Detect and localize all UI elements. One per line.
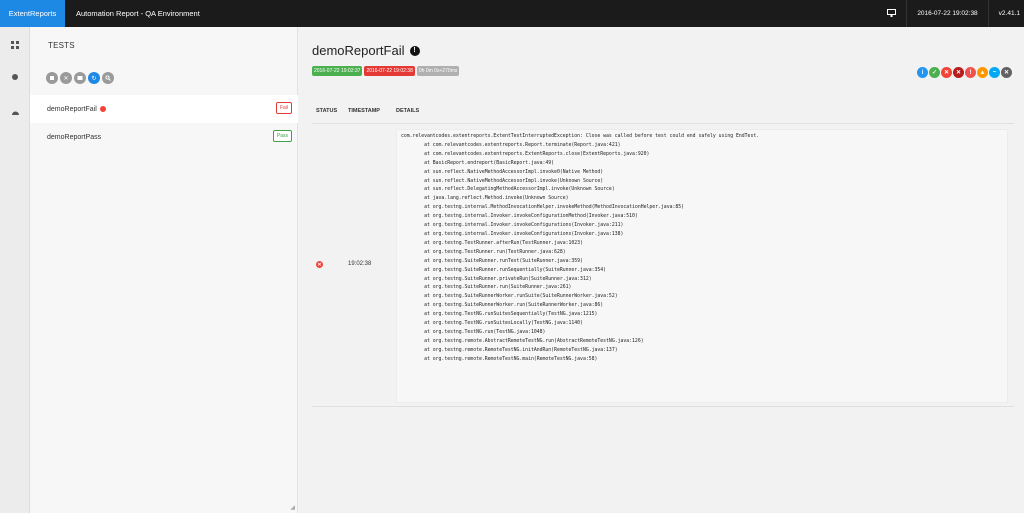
info-icon[interactable]: i bbox=[917, 67, 928, 78]
fail-icon[interactable]: ✕ bbox=[941, 67, 952, 78]
log-row: ✕ 19:02:38 com.relevantcodes.extentrepor… bbox=[312, 123, 1014, 407]
trace-line: at sun.reflect.NativeMethodAccessorImpl.… bbox=[401, 169, 604, 175]
trace-line: at org.testng.internal.MethodInvocationH… bbox=[401, 205, 685, 211]
test-name-wrap: demoReportPass bbox=[47, 134, 101, 141]
trace-line: at org.testng.remote.AbstractRemoteTestN… bbox=[401, 338, 644, 344]
tests-title: TESTS bbox=[48, 41, 75, 50]
trace-line: at org.testng.TestRunner.afterRun(TestRu… bbox=[401, 240, 583, 246]
col-details: DETAILS bbox=[396, 108, 420, 114]
trace-line: at org.testng.TestRunner.run(TestRunner.… bbox=[401, 249, 566, 255]
exclamation-icon: ! bbox=[409, 45, 420, 56]
top-navbar: ExtentReports Automation Report - QA Env… bbox=[0, 0, 1024, 27]
status-badge-fail: Fail bbox=[275, 102, 292, 114]
trace-line: at org.testng.remote.RemoteTestNG.main(R… bbox=[401, 356, 598, 362]
trace-line: com.relevantcodes.extentreports.ExtentTe… bbox=[401, 134, 760, 139]
error-status-icon: ✕ bbox=[316, 261, 323, 268]
test-title: demoReportFail ! bbox=[312, 43, 420, 58]
test-detail: demoReportFail ! 2016-07-22 19:02:37 201… bbox=[298, 27, 1024, 513]
status-filter-icons: i ✓ ✕ ✕ ! ▲ ~ ✕ bbox=[917, 67, 1012, 78]
test-name-wrap: demoReportFail bbox=[47, 106, 106, 113]
error-icon[interactable]: ! bbox=[965, 67, 976, 78]
trace-line: at org.testng.SuiteRunnerWorker.runSuite… bbox=[401, 294, 618, 300]
log-timestamp: 19:02:38 bbox=[348, 261, 372, 267]
trace-line: at org.testng.internal.Invoker.invokeCon… bbox=[401, 231, 624, 237]
tests-panel: TESTS ✕ ↻ demoReportFail Fail demoReport… bbox=[30, 27, 298, 513]
topbar-right: 2016-07-22 19:02:38 v2.41.1 bbox=[887, 0, 1020, 27]
search-icon[interactable] bbox=[102, 72, 114, 84]
pass-filter-icon[interactable] bbox=[46, 72, 58, 84]
monitor-icon[interactable] bbox=[887, 8, 897, 19]
trace-line: at org.testng.TestNG.run(TestNG.java:104… bbox=[401, 329, 546, 335]
status-badge-pass: Pass bbox=[272, 130, 292, 142]
error-icon bbox=[99, 106, 106, 112]
fail-filter-icon[interactable]: ✕ bbox=[60, 72, 72, 84]
warning-icon[interactable]: ▲ bbox=[977, 67, 988, 78]
end-time-badge: 2016-07-22 19:02:38 bbox=[364, 66, 415, 76]
col-timestamp: TIMESTAMP bbox=[348, 108, 380, 114]
version-label: v2.41.1 bbox=[998, 10, 1020, 17]
unknown-icon[interactable]: ✕ bbox=[1001, 67, 1012, 78]
trace-line: at sun.reflect.NativeMethodAccessorImpl.… bbox=[401, 178, 604, 184]
trace-line: at org.testng.SuiteRunner.privateRun(Sui… bbox=[401, 276, 592, 282]
test-name: demoReportPass bbox=[47, 133, 102, 141]
trace-line: at org.testng.remote.RemoteTestNG.initAn… bbox=[401, 347, 618, 353]
refresh-icon[interactable]: ↻ bbox=[88, 72, 100, 84]
trace-line: at java.lang.reflect.Method.invoke(Unkno… bbox=[401, 196, 569, 202]
time-badges: 2016-07-22 19:02:37 2016-07-22 19:02:38 … bbox=[312, 66, 460, 76]
trace-line: at org.testng.internal.Invoker.invokeCon… bbox=[401, 214, 638, 220]
trace-line: at org.testng.SuiteRunnerWorker.run(Suit… bbox=[401, 303, 604, 309]
brand-logo[interactable]: ExtentReports bbox=[0, 0, 65, 27]
trace-line: at org.testng.TestNG.runSuitesSequential… bbox=[401, 312, 598, 318]
report-name: Automation Report - QA Environment bbox=[76, 9, 200, 18]
fatal-icon[interactable]: ✕ bbox=[953, 67, 964, 78]
test-filters: ✕ ↻ bbox=[46, 72, 114, 84]
col-status: STATUS bbox=[316, 108, 338, 114]
test-view-icon[interactable] bbox=[10, 40, 20, 50]
log-table-header: STATUS TIMESTAMP DETAILS bbox=[316, 108, 419, 114]
test-item-demoReportFail[interactable]: demoReportFail Fail bbox=[30, 95, 298, 123]
trace-line: at org.testng.SuiteRunner.runTest(SuiteR… bbox=[401, 258, 583, 264]
test-title-text: demoReportFail bbox=[312, 43, 405, 58]
trace-line: at com.relevantcodes.extentreports.Exten… bbox=[401, 151, 650, 157]
skip-icon[interactable]: ~ bbox=[989, 67, 1000, 78]
trace-line: at BasicReport.endreport(BasicReport.jav… bbox=[401, 160, 555, 166]
warning-filter-icon[interactable] bbox=[74, 72, 86, 84]
side-nav bbox=[0, 27, 30, 513]
divider bbox=[987, 0, 989, 27]
trace-line: at sun.reflect.DelegatingMethodAccessorI… bbox=[401, 187, 615, 193]
test-name: demoReportFail bbox=[47, 105, 97, 113]
trace-line: at org.testng.TestNG.runSuitesLocally(Te… bbox=[401, 321, 583, 327]
trace-line: at org.testng.SuiteRunner.run(SuiteRunne… bbox=[401, 285, 572, 291]
pass-icon[interactable]: ✓ bbox=[929, 67, 940, 78]
report-datetime: 2016-07-22 19:02:38 bbox=[917, 10, 978, 17]
start-time-badge: 2016-07-22 19:02:37 bbox=[312, 66, 363, 76]
trace-line: at org.testng.SuiteRunner.runSequentiall… bbox=[401, 267, 607, 273]
trace-line: at com.relevantcodes.extentreports.Repor… bbox=[401, 142, 621, 148]
dashboard-icon[interactable] bbox=[10, 107, 20, 117]
trace-line: at org.testng.internal.Invoker.invokeCon… bbox=[401, 223, 624, 229]
category-view-icon[interactable] bbox=[10, 72, 20, 82]
resize-handle-icon[interactable]: ◢ bbox=[290, 504, 295, 511]
test-item-demoReportPass[interactable]: demoReportPass Pass bbox=[30, 123, 298, 151]
duration-badge: 0h 0m 0s+270ms bbox=[416, 66, 460, 76]
divider bbox=[906, 0, 908, 27]
stack-trace: com.relevantcodes.extentreports.ExtentTe… bbox=[396, 129, 1008, 403]
